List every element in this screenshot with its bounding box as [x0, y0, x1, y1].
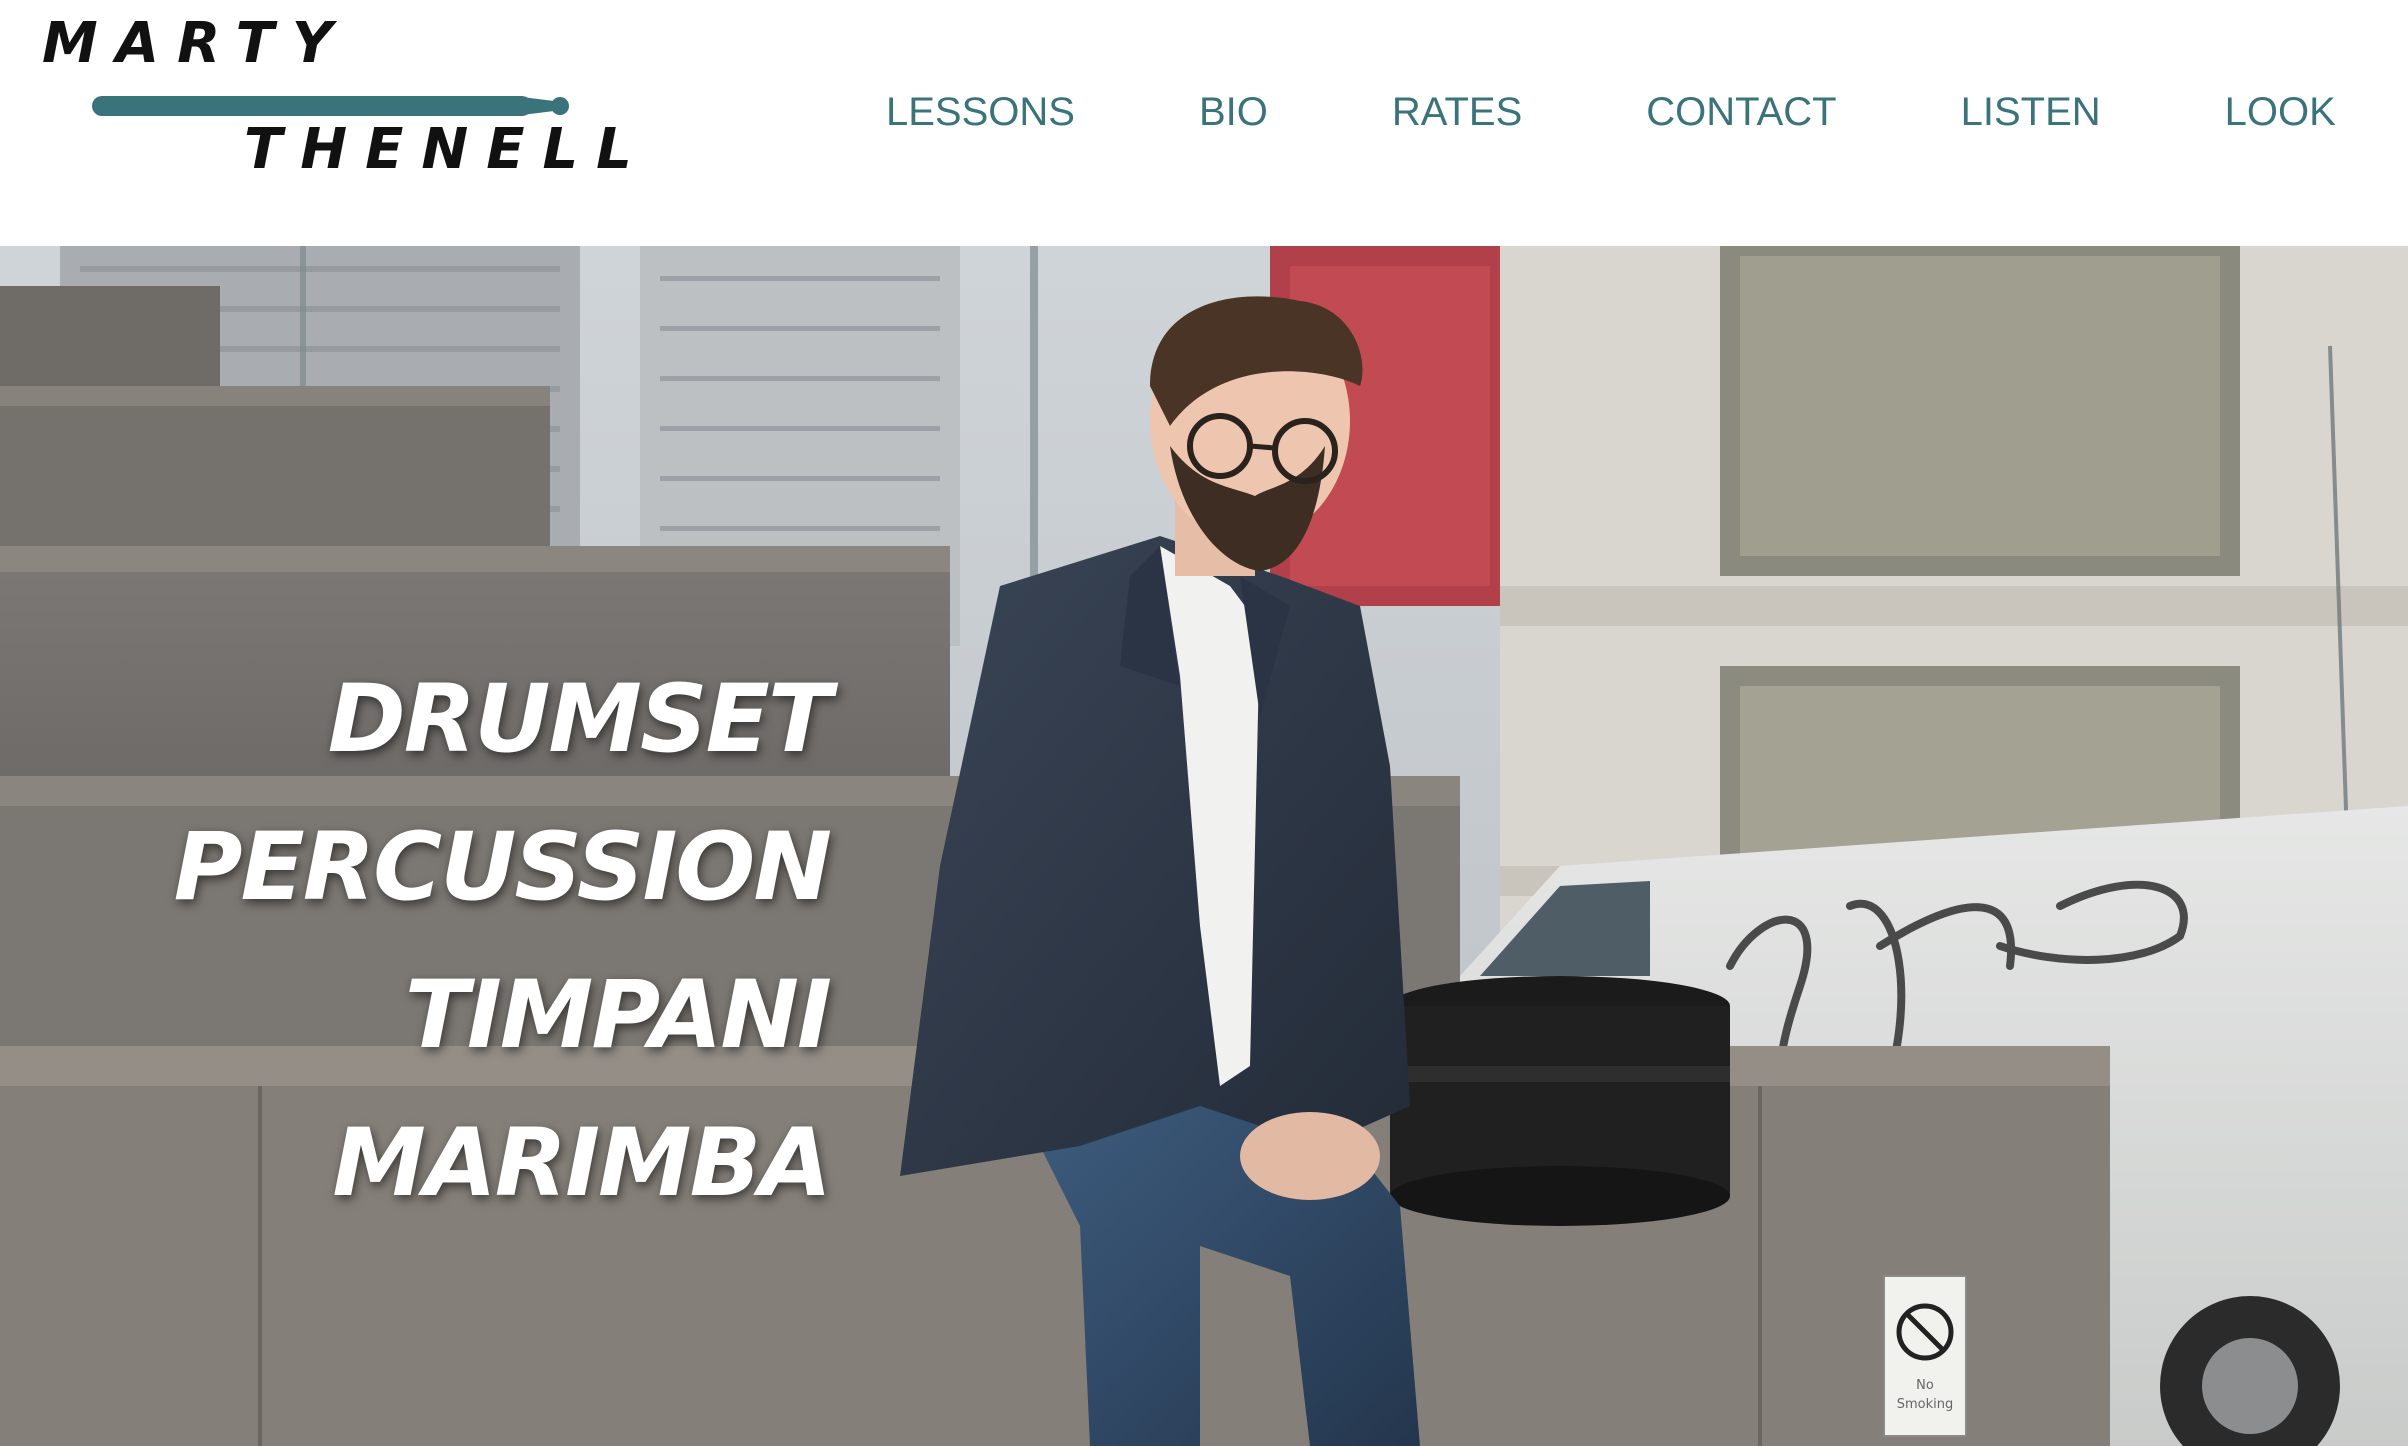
logo-last-name: THENELL [244, 117, 650, 182]
hero-banner: No Smoking DRUMSET PERCUSSION TIMPANI MA… [0, 246, 2408, 1446]
hero-word-timpani: TIMPANI [404, 961, 832, 1070]
nav-look[interactable]: LOOK [2225, 90, 2336, 135]
hero-word-percussion: PERCUSSION [173, 813, 832, 922]
site-logo[interactable]: MARTY THENELL [42, 10, 632, 180]
hero-word-marimba: MARIMBA [332, 1109, 832, 1218]
logo-first-name: MARTY [42, 11, 351, 76]
nav-contact[interactable]: CONTACT [1646, 90, 1836, 135]
hero-word-drumset: DRUMSET [327, 665, 832, 774]
nav-listen[interactable]: LISTEN [1961, 90, 2101, 135]
hero-headline: DRUMSET PERCUSSION TIMPANI MARIMBA [173, 646, 832, 1238]
sign-text-line1: No [1916, 1378, 1934, 1393]
sign-text-line2: Smoking [1897, 1397, 1954, 1412]
nav-bio[interactable]: BIO [1199, 90, 1268, 135]
site-header: MARTY THENELL LESSONS BIO RATES CONTACT … [0, 0, 2408, 246]
main-nav: LESSONS BIO RATES CONTACT LISTEN LOOK [886, 84, 2336, 140]
nav-lessons[interactable]: LESSONS [886, 90, 1075, 135]
nav-rates[interactable]: RATES [1392, 90, 1522, 135]
